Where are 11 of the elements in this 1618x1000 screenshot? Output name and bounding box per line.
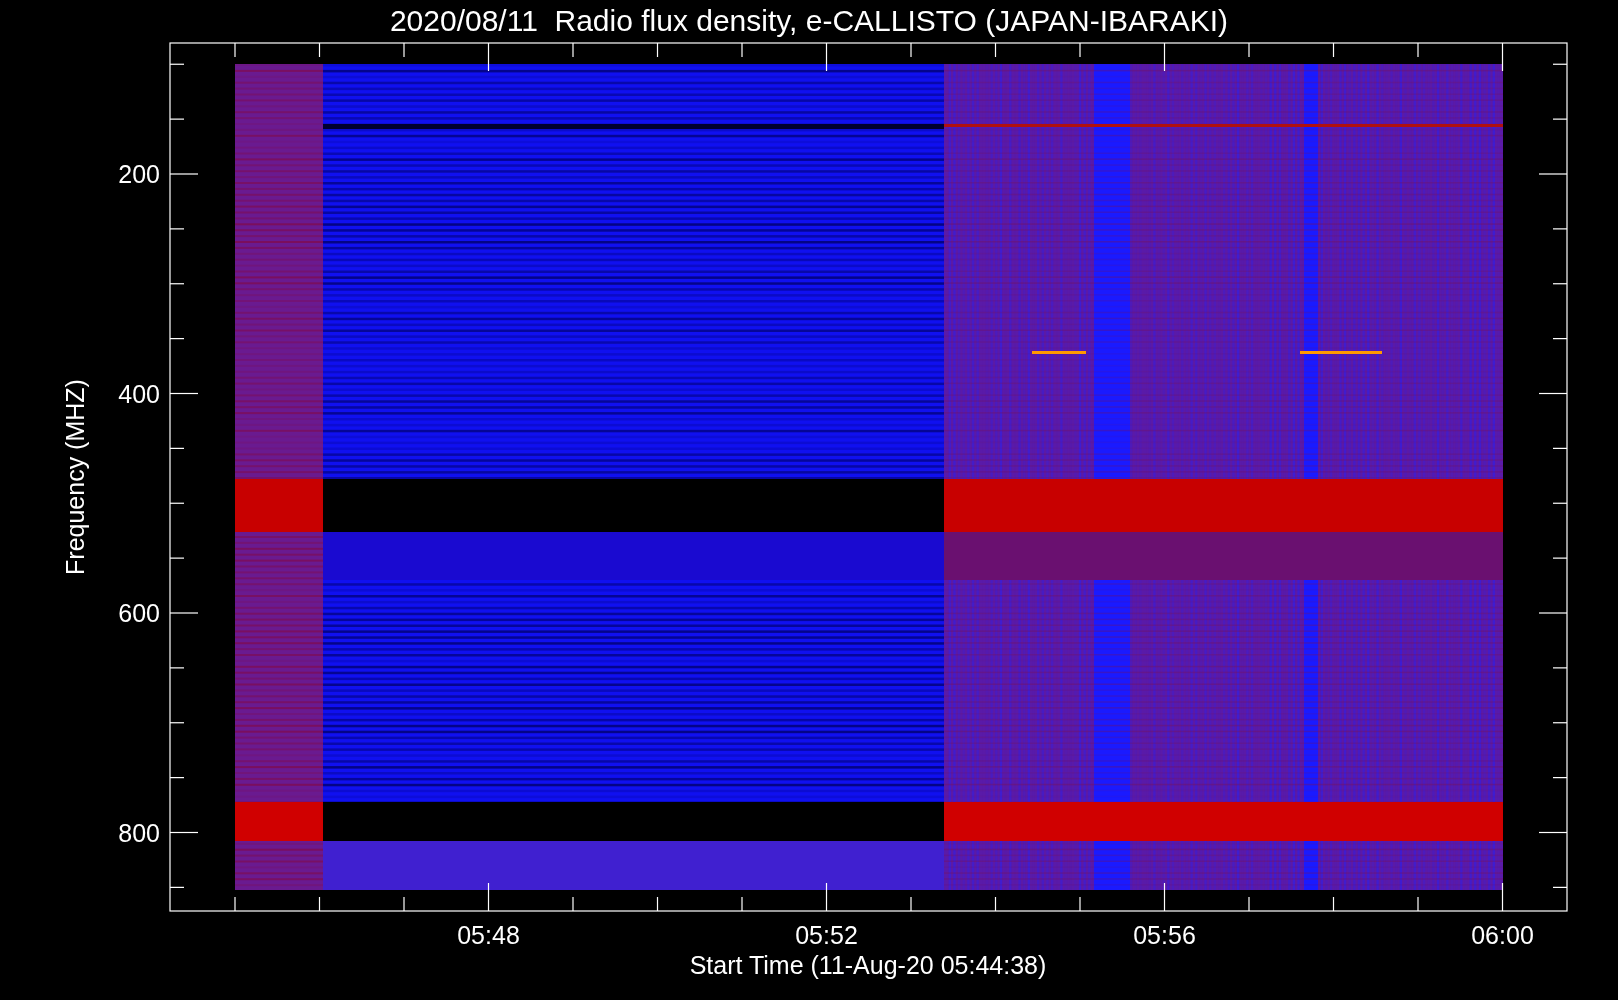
- chart-title: 2020/08/11 Radio flux density, e-CALLISTO (JAPAN-IBARAKI): [389, 4, 1229, 37]
- y-axis-label: Frequency (MHZ): [61, 379, 89, 575]
- y-tick-label: 600: [118, 599, 160, 627]
- x-tick-label: 05:48: [457, 921, 520, 949]
- y-tick-label: 800: [118, 818, 160, 847]
- x-axis-label: Start Time (11-Aug-20 05:44:38): [689, 951, 1047, 979]
- x-tick-label: 05:52: [795, 921, 858, 949]
- y-tick-label: 200: [118, 160, 160, 188]
- y-tick-label: 400: [118, 379, 160, 408]
- x-tick-label: 06:00: [1471, 921, 1534, 949]
- x-tick-label: 05:56: [1133, 921, 1196, 949]
